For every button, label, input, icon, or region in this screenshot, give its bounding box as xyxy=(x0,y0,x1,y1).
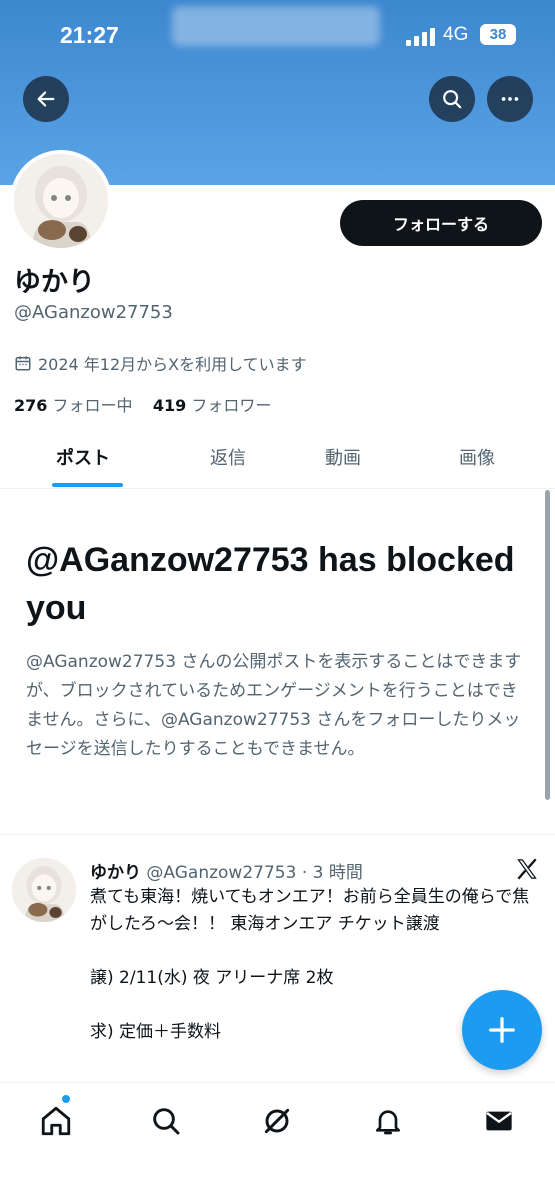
bell-icon xyxy=(376,1110,400,1135)
status-bar: 21:27 4G 38 xyxy=(0,6,555,54)
tab-videos[interactable]: 動画 xyxy=(325,444,361,470)
more-icon xyxy=(501,97,519,101)
avatar-illustration xyxy=(14,154,108,248)
tab-posts[interactable]: ポスト xyxy=(56,444,110,470)
profile-handle: @AGanzow27753 xyxy=(14,302,173,323)
signal-icon xyxy=(406,28,436,46)
following-link[interactable]: 276 フォロー中 xyxy=(14,396,133,415)
battery-icon: 38 xyxy=(480,24,516,45)
calendar-icon xyxy=(15,356,31,371)
profile-name: ゆかり xyxy=(14,267,95,298)
tab-images[interactable]: 画像 xyxy=(459,444,495,470)
nav-notifications[interactable] xyxy=(368,1101,408,1141)
x-logo-icon xyxy=(514,856,540,886)
search-button[interactable] xyxy=(429,76,475,122)
back-button[interactable] xyxy=(23,76,69,122)
active-tab-indicator xyxy=(52,483,123,487)
tweet-meta: @AGanzow27753 · 3 時間 xyxy=(146,863,363,883)
followers-label: フォロワー xyxy=(191,396,272,415)
search-icon xyxy=(443,90,462,109)
home-unread-dot xyxy=(62,1095,70,1103)
following-count: 276 xyxy=(14,396,48,415)
nav-grok[interactable] xyxy=(257,1101,297,1141)
followers-link[interactable]: 419 フォロワー xyxy=(153,396,272,415)
joined-text: 2024 年12月からXを利用しています xyxy=(38,355,307,374)
joined-date: 2024 年12月からXを利用しています xyxy=(14,351,307,375)
search-icon xyxy=(153,1108,180,1135)
nav-search[interactable] xyxy=(146,1101,186,1141)
blocked-message: @AGanzow27753 さんの公開ポストを表示することはできますが、ブロック… xyxy=(26,652,522,759)
divider xyxy=(0,834,555,835)
tweet-avatar[interactable] xyxy=(12,858,76,922)
home-icon xyxy=(41,1106,71,1136)
tweet-author-name[interactable]: ゆかり xyxy=(90,863,141,883)
follow-button[interactable]: フォローする xyxy=(340,200,542,246)
bottom-navigation xyxy=(0,1082,555,1201)
grok-icon xyxy=(264,1108,290,1134)
profile-avatar[interactable] xyxy=(10,150,112,252)
compose-button[interactable] xyxy=(462,990,542,1070)
plus-icon xyxy=(489,1017,515,1043)
network-label: 4G xyxy=(443,24,469,45)
blurred-notification xyxy=(172,6,380,46)
followers-count: 419 xyxy=(152,396,187,415)
scrollbar[interactable] xyxy=(545,490,550,800)
avatar-illustration xyxy=(12,858,76,922)
following-label: フォロー中 xyxy=(52,396,133,415)
nav-home[interactable] xyxy=(36,1101,76,1141)
nav-messages[interactable] xyxy=(479,1101,519,1141)
follow-counts: 276 フォロー中 419 フォロワー xyxy=(14,392,271,416)
tab-replies[interactable]: 返信 xyxy=(210,444,246,470)
blocked-title: @AGanzow27753 has blocked you xyxy=(26,541,515,627)
status-time: 21:27 xyxy=(60,22,119,48)
envelope-icon xyxy=(486,1111,512,1131)
tweet-header: ゆかり @AGanzow27753 · 3 時間 xyxy=(90,858,363,883)
more-button[interactable] xyxy=(487,76,533,122)
arrow-left-icon xyxy=(37,91,55,107)
profile-tabs: ポスト 返信 動画 画像 xyxy=(0,432,555,489)
